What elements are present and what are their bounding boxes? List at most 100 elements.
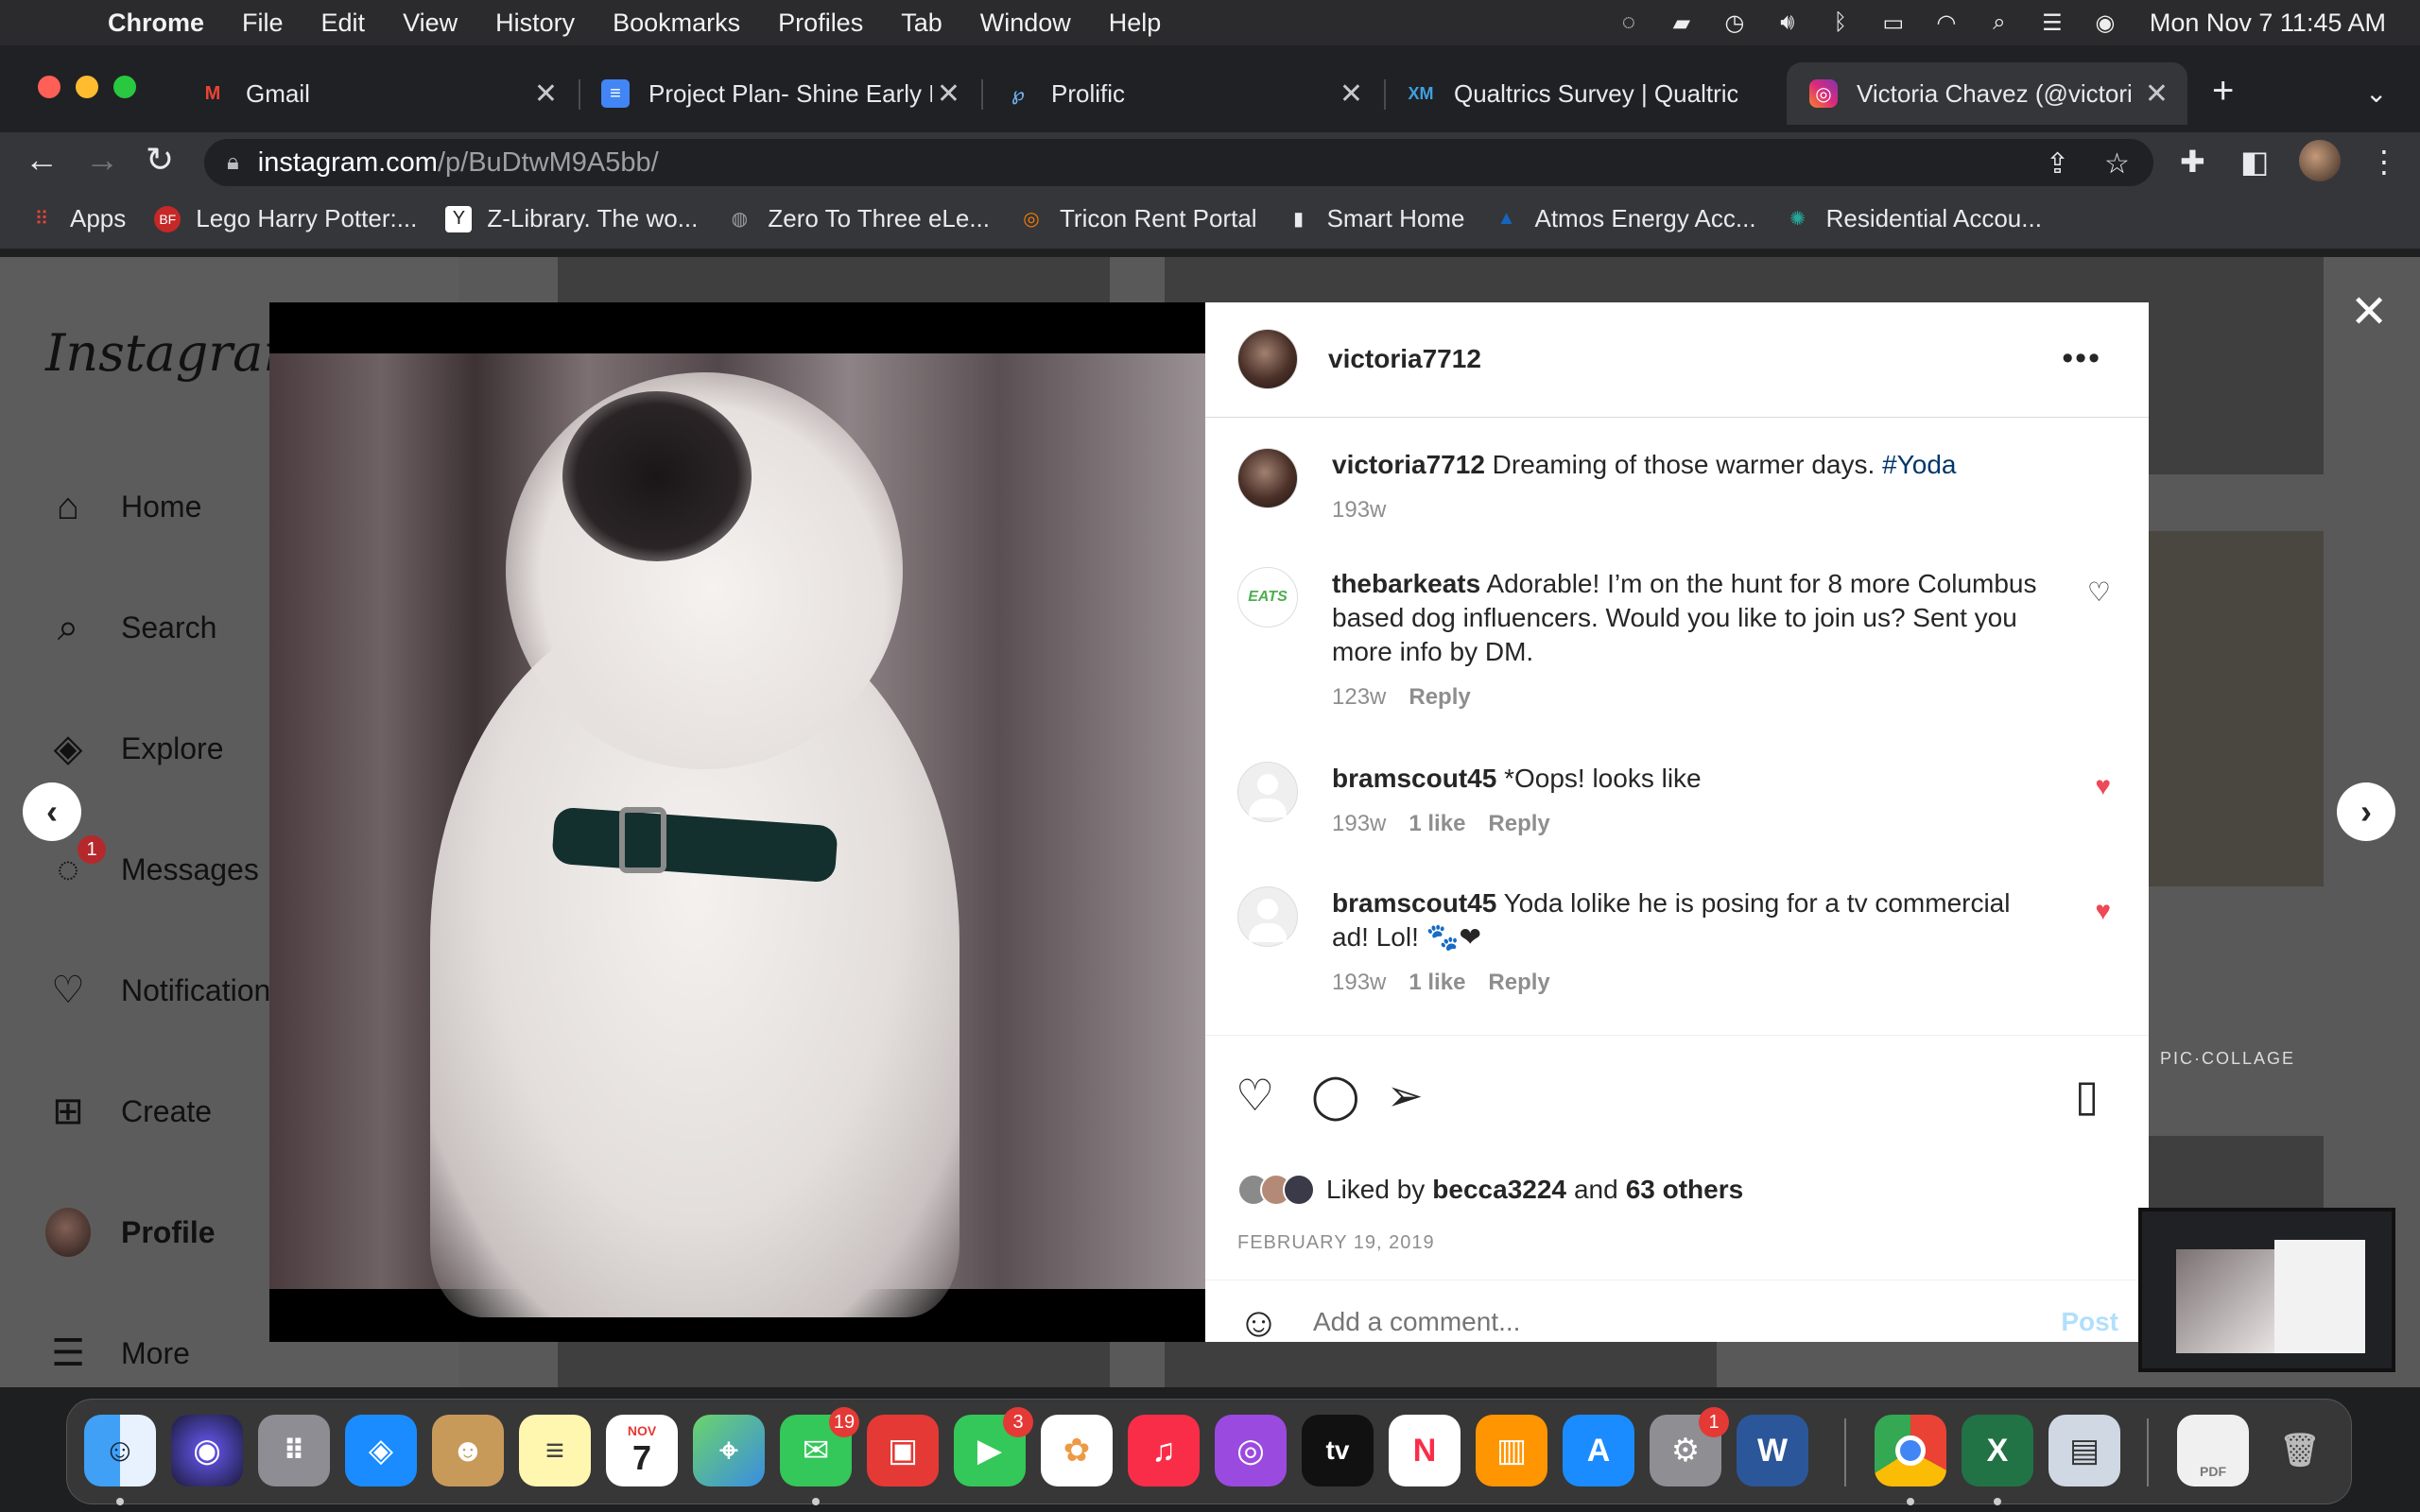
menu-file[interactable]: File <box>242 9 284 38</box>
menu-window[interactable]: Window <box>980 9 1071 38</box>
tab-close-icon[interactable]: ✕ <box>534 77 558 111</box>
spotlight-search-icon[interactable]: ⌕ <box>1985 9 2014 37</box>
trash-icon[interactable]: 🗑︎ <box>2264 1415 2336 1486</box>
nav-create[interactable]: ⊞ Create <box>45 1089 212 1134</box>
tab-instagram-active[interactable]: ◎ Victoria Chavez (@victoria ✕ <box>1787 62 2187 125</box>
caption-avatar[interactable] <box>1237 448 1298 508</box>
comment-likes[interactable]: 1 like <box>1409 811 1465 837</box>
safari-icon[interactable]: ◈ <box>345 1415 417 1486</box>
post-comment-button[interactable]: Post <box>2061 1307 2118 1337</box>
liked-by-others[interactable]: 63 others <box>1626 1175 1744 1205</box>
siri-dock-icon[interactable]: ◉ <box>171 1415 243 1486</box>
save-bookmark-icon[interactable]: ▯ <box>2075 1070 2099 1121</box>
bluetooth-icon[interactable]: ᛒ <box>1826 9 1855 37</box>
comment-avatar[interactable] <box>1237 762 1298 822</box>
comment-age[interactable]: 193w <box>1332 970 1386 996</box>
window-close-button[interactable] <box>38 76 60 98</box>
post-date[interactable]: FEBRUARY 19, 2019 <box>1237 1232 1435 1254</box>
post-photo[interactable] <box>269 306 1205 1317</box>
caption-hashtag[interactable]: #Yoda <box>1882 450 1956 479</box>
control-center-icon[interactable]: ☰ <box>2038 9 2066 37</box>
notes-icon[interactable]: ≡ <box>519 1415 591 1486</box>
comment-input[interactable] <box>1313 1307 1975 1337</box>
caption-age[interactable]: 193w <box>1332 497 1386 524</box>
window-minimize-button[interactable] <box>76 76 98 98</box>
chrome-icon[interactable] <box>1875 1415 1946 1486</box>
comment-age[interactable]: 193w <box>1332 811 1386 837</box>
tab-project-plan[interactable]: ≡ Project Plan- Shine Early L ✕ <box>582 66 979 121</box>
bookmark-lego-harry-potter[interactable]: BF Lego Harry Potter:... <box>154 204 417 233</box>
forward-arrow-icon[interactable]: → <box>85 140 119 180</box>
tab-close-icon[interactable]: ✕ <box>937 77 960 111</box>
nav-explore[interactable]: ◈ Explore <box>45 726 224 771</box>
menu-profiles[interactable]: Profiles <box>778 9 863 38</box>
menu-tab[interactable]: Tab <box>901 9 942 38</box>
menu-history[interactable]: History <box>495 9 575 38</box>
wifi-icon[interactable]: ◠ <box>1932 9 1961 37</box>
menu-help[interactable]: Help <box>1109 9 1162 38</box>
comment-avatar[interactable]: EATS <box>1237 567 1298 627</box>
comment-liked-heart-icon[interactable]: ♥ <box>2095 896 2111 926</box>
window-zoom-button[interactable] <box>113 76 136 98</box>
nav-messages[interactable]: ◌ 1 Messages <box>45 835 259 892</box>
emoji-icon[interactable]: ☺ <box>1237 1299 1280 1347</box>
bookmark-residential[interactable]: ✺ Residential Accou... <box>1785 204 2042 233</box>
menu-clock[interactable]: Mon Nov 7 11:45 AM <box>2150 9 2386 38</box>
preview-icon[interactable]: ▤ <box>2048 1415 2120 1486</box>
comment-liked-heart-icon[interactable]: ♥ <box>2095 771 2111 801</box>
tab-qualtrics[interactable]: XM Qualtrics Survey | Qualtric <box>1388 66 1785 121</box>
maps-icon[interactable]: ⌖ <box>693 1415 765 1486</box>
caption-username[interactable]: victoria7712 <box>1332 450 1485 479</box>
battery-icon[interactable]: ▭ <box>1879 9 1908 37</box>
back-arrow-icon[interactable]: ← <box>25 140 59 180</box>
author-avatar[interactable] <box>1237 329 1298 389</box>
photos-icon[interactable]: ✿ <box>1041 1415 1113 1486</box>
comment-reply-button[interactable]: Reply <box>1409 684 1470 711</box>
close-modal-icon[interactable]: ✕ <box>2350 285 2388 338</box>
notification-status-icon[interactable]: ▰ <box>1668 9 1696 37</box>
nav-home[interactable]: ⌂ Home <box>45 484 201 529</box>
messages-icon[interactable]: ✉ 19 <box>780 1407 859 1486</box>
liked-by-user[interactable]: becca3224 <box>1432 1175 1566 1205</box>
news-icon[interactable]: N <box>1389 1415 1461 1486</box>
comment-like-heart-icon[interactable]: ♡ <box>2087 576 2111 608</box>
screenshot-preview-thumbnail[interactable] <box>2138 1208 2395 1372</box>
comment-age[interactable]: 123w <box>1332 684 1386 711</box>
app-store-icon[interactable]: A <box>1563 1415 1634 1486</box>
time-machine-icon[interactable]: ◷ <box>1720 9 1749 37</box>
share-paper-plane-icon[interactable]: ➢ <box>1387 1070 1424 1121</box>
excel-icon[interactable]: X <box>1962 1415 2033 1486</box>
music-icon[interactable]: ♫ <box>1128 1415 1200 1486</box>
nav-more[interactable]: ☰ More <box>45 1331 190 1376</box>
photo-booth-icon[interactable]: ▣ <box>867 1415 939 1486</box>
side-panel-icon[interactable]: ◧ <box>2240 144 2269 180</box>
share-icon[interactable]: ⇪ <box>2046 147 2069 180</box>
nav-profile[interactable]: Profile <box>45 1208 216 1257</box>
bookmark-apps[interactable]: ⠿ Apps <box>28 204 127 233</box>
bookmark-zlibrary[interactable]: Y Z-Library. The wo... <box>445 204 698 233</box>
launchpad-icon[interactable]: ⠿ <box>258 1415 330 1486</box>
comment-username[interactable]: bramscout45 <box>1332 764 1496 793</box>
contacts-icon[interactable]: ☻ <box>432 1415 504 1486</box>
next-post-chevron-icon[interactable]: › <box>2337 782 2395 841</box>
bookmark-atmos[interactable]: ▲ Atmos Energy Acc... <box>1493 204 1756 233</box>
comment-reply-button[interactable]: Reply <box>1488 811 1549 837</box>
comment-likes[interactable]: 1 like <box>1409 970 1465 996</box>
nav-search[interactable]: ⌕ Search <box>45 605 217 650</box>
word-icon[interactable]: W <box>1737 1415 1808 1486</box>
menu-edit[interactable]: Edit <box>321 9 366 38</box>
new-tab-button[interactable]: + <box>2212 70 2234 112</box>
tab-close-icon[interactable]: ✕ <box>2145 77 2169 111</box>
chrome-menu-icon[interactable]: ⋮ <box>2369 144 2399 180</box>
bookmark-smart-home[interactable]: ▮ Smart Home <box>1286 204 1464 233</box>
comment-reply-button[interactable]: Reply <box>1488 970 1549 996</box>
menu-view[interactable]: View <box>403 9 458 38</box>
pdf-document-icon[interactable]: PDF <box>2177 1415 2249 1486</box>
system-preferences-gear-icon[interactable]: ⚙ 1 <box>1650 1407 1729 1486</box>
lock-icon[interactable]: 🔒︎ <box>227 149 239 176</box>
tab-close-icon[interactable]: ✕ <box>1340 77 1363 111</box>
comment-username[interactable]: thebarkeats <box>1332 569 1480 598</box>
podcasts-icon[interactable]: ◎ <box>1215 1415 1287 1486</box>
author-username[interactable]: victoria7712 <box>1328 344 1481 374</box>
apple-tv-icon[interactable]: tv <box>1302 1415 1374 1486</box>
